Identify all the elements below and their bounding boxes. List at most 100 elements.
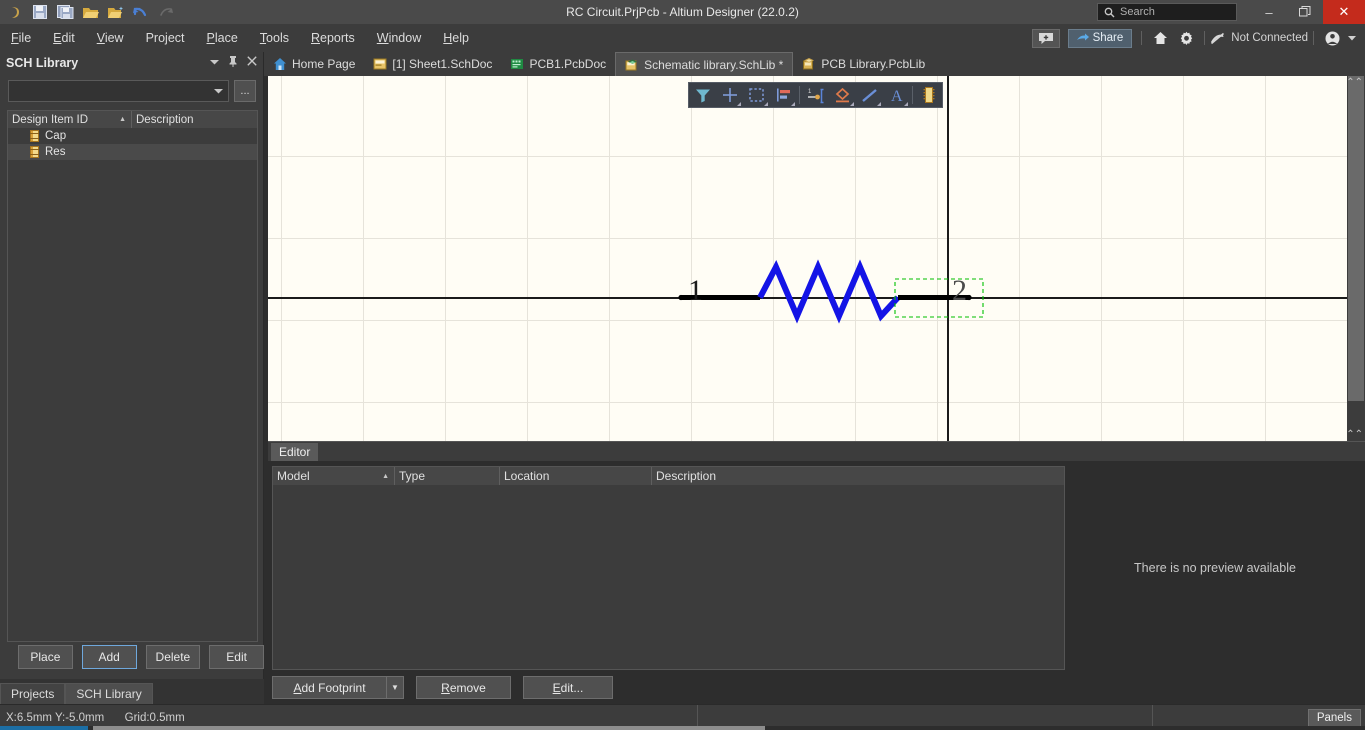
tab-schematic-library-schlib[interactable]: Schematic library.SchLib *: [615, 52, 794, 76]
share-icon: [1076, 33, 1089, 41]
edit-button[interactable]: Edit: [209, 645, 264, 669]
close-icon[interactable]: [247, 56, 257, 70]
delete-button[interactable]: Delete: [145, 645, 201, 669]
pin-icon[interactable]: [228, 56, 238, 70]
panels-button[interactable]: Panels: [1307, 708, 1361, 727]
column-label: Type: [399, 469, 426, 483]
account-icon[interactable]: [1319, 27, 1345, 49]
tab-sch-library[interactable]: SCH Library: [65, 683, 153, 704]
column-header-description[interactable]: Description: [652, 467, 1064, 485]
menu-project[interactable]: Project: [135, 24, 196, 52]
menu-edit[interactable]: Edit: [42, 24, 86, 52]
model-action-buttons: Add Footprint ▼ Remove Edit...: [272, 676, 613, 699]
filter-icon[interactable]: [689, 83, 716, 107]
list-item[interactable]: Cap: [8, 128, 257, 144]
sort-ascending-icon: ▲: [382, 472, 389, 480]
search-placeholder-text: Search: [1120, 6, 1155, 18]
menu-window[interactable]: Window: [366, 24, 432, 52]
home-icon[interactable]: [1147, 27, 1173, 49]
undo-icon[interactable]: [129, 2, 151, 22]
crosshair-place-icon[interactable]: [716, 83, 743, 107]
column-header-design-item-id[interactable]: Design Item ID ▲: [8, 111, 132, 128]
column-header-location[interactable]: Location: [500, 467, 652, 485]
chevron-down-icon[interactable]: [1345, 27, 1359, 49]
tab-label: Schematic library.SchLib *: [644, 57, 784, 72]
column-header-type[interactable]: Type: [395, 467, 500, 485]
schlib-icon: [625, 59, 638, 70]
gear-icon[interactable]: [1173, 27, 1199, 49]
not-connected-icon: [1211, 32, 1225, 44]
tab-label: PCB1.PcbDoc: [529, 57, 607, 71]
column-header-model[interactable]: Model ▲: [273, 467, 395, 485]
save-all-icon[interactable]: [54, 2, 76, 22]
toolbar-divider-2: [912, 86, 913, 104]
add-footprint-button[interactable]: Add Footprint: [272, 676, 387, 699]
scroll-down-chevron-icon[interactable]: ⌃⌃: [1346, 429, 1363, 440]
search-input[interactable]: Search: [1097, 3, 1237, 21]
tab-sheet1-schdoc[interactable]: [1] Sheet1.SchDoc: [364, 52, 501, 76]
status-coordinates: X:6.5mm Y:-5.0mm Grid:0.5mm: [0, 712, 185, 724]
pin-label-1: 1: [688, 274, 703, 307]
pcb-doc-icon: [511, 59, 524, 69]
home-page-icon: [274, 58, 286, 70]
place-line-icon[interactable]: [856, 83, 883, 107]
svg-text:1: 1: [808, 89, 812, 95]
design-items-header: Design Item ID ▲ Description: [8, 111, 257, 128]
place-text-icon[interactable]: A: [883, 83, 910, 107]
add-footprint-dropdown-arrow[interactable]: ▼: [387, 676, 404, 699]
taskbar-active-indicator: [0, 726, 88, 730]
tab-home-page[interactable]: Home Page: [264, 52, 364, 76]
menu-view[interactable]: View: [86, 24, 135, 52]
library-browse-button[interactable]: ...: [234, 80, 256, 102]
place-polygon-icon[interactable]: [829, 83, 856, 107]
list-item[interactable]: Res: [8, 144, 257, 160]
edit-model-button[interactable]: Edit...: [523, 676, 613, 699]
connection-status[interactable]: Not Connected: [1210, 32, 1308, 45]
library-select[interactable]: [8, 80, 229, 102]
place-button[interactable]: Place: [18, 645, 73, 669]
place-component-icon[interactable]: [915, 83, 942, 107]
selection-rectangle-icon[interactable]: [743, 83, 770, 107]
menubar-divider-2: [1204, 31, 1206, 45]
redo-icon: [154, 2, 176, 22]
component-icon: [30, 130, 39, 142]
open-icon[interactable]: [79, 2, 101, 22]
resistor-symbol[interactable]: 1 2: [268, 76, 1347, 441]
menu-reports[interactable]: Reports: [300, 24, 366, 52]
menu-place[interactable]: Place: [196, 24, 249, 52]
menu-tools[interactable]: Tools: [249, 24, 300, 52]
editor-tab-row: Editor: [268, 441, 1365, 461]
schematic-library-canvas[interactable]: 1 2: [268, 76, 1347, 441]
schematic-doc-icon: [373, 58, 387, 70]
restore-button[interactable]: [1287, 0, 1323, 24]
altium-logo-icon[interactable]: [4, 2, 26, 22]
align-icon[interactable]: [770, 83, 797, 107]
pcblib-icon: [803, 58, 815, 70]
tab-editor[interactable]: Editor: [271, 442, 319, 461]
scrollbar-thumb[interactable]: [1348, 76, 1364, 401]
share-button[interactable]: Share: [1067, 28, 1133, 48]
place-pin-icon[interactable]: 1: [802, 83, 829, 107]
open-project-icon[interactable]: [104, 2, 126, 22]
menu-help[interactable]: Help: [432, 24, 480, 52]
title-bar: RC Circuit.PrjPcb - Altium Designer (22.…: [0, 0, 1365, 24]
tab-projects[interactable]: Projects: [0, 683, 66, 704]
close-button[interactable]: ✕: [1323, 0, 1365, 24]
chevron-down-icon[interactable]: [210, 56, 219, 70]
connection-status-label: Not Connected: [1231, 32, 1308, 44]
add-panel-button[interactable]: [1031, 28, 1060, 48]
scroll-up-chevron-icon[interactable]: ⌃⌃: [1346, 77, 1363, 88]
menubar-divider-3: [1313, 31, 1314, 45]
minimize-button[interactable]: –: [1251, 0, 1287, 24]
tab-pcb-library-pcblib[interactable]: PCB Library.PcbLib: [793, 52, 934, 76]
tab-pcb1-pcbdoc[interactable]: PCB1.PcbDoc: [501, 52, 615, 76]
menu-file[interactable]: File: [0, 24, 42, 52]
design-items-table: Design Item ID ▲ Description Cap Res: [7, 110, 258, 642]
column-header-description[interactable]: Description: [132, 111, 194, 128]
add-button[interactable]: Add: [81, 645, 137, 669]
model-table[interactable]: Model ▲ Type Location Description: [272, 466, 1065, 670]
save-icon[interactable]: [29, 2, 51, 22]
canvas-vertical-scrollbar[interactable]: ⌃⌃ ⌃⌃: [1346, 76, 1365, 441]
model-table-body[interactable]: [273, 485, 1064, 669]
remove-button[interactable]: Remove: [416, 676, 511, 699]
